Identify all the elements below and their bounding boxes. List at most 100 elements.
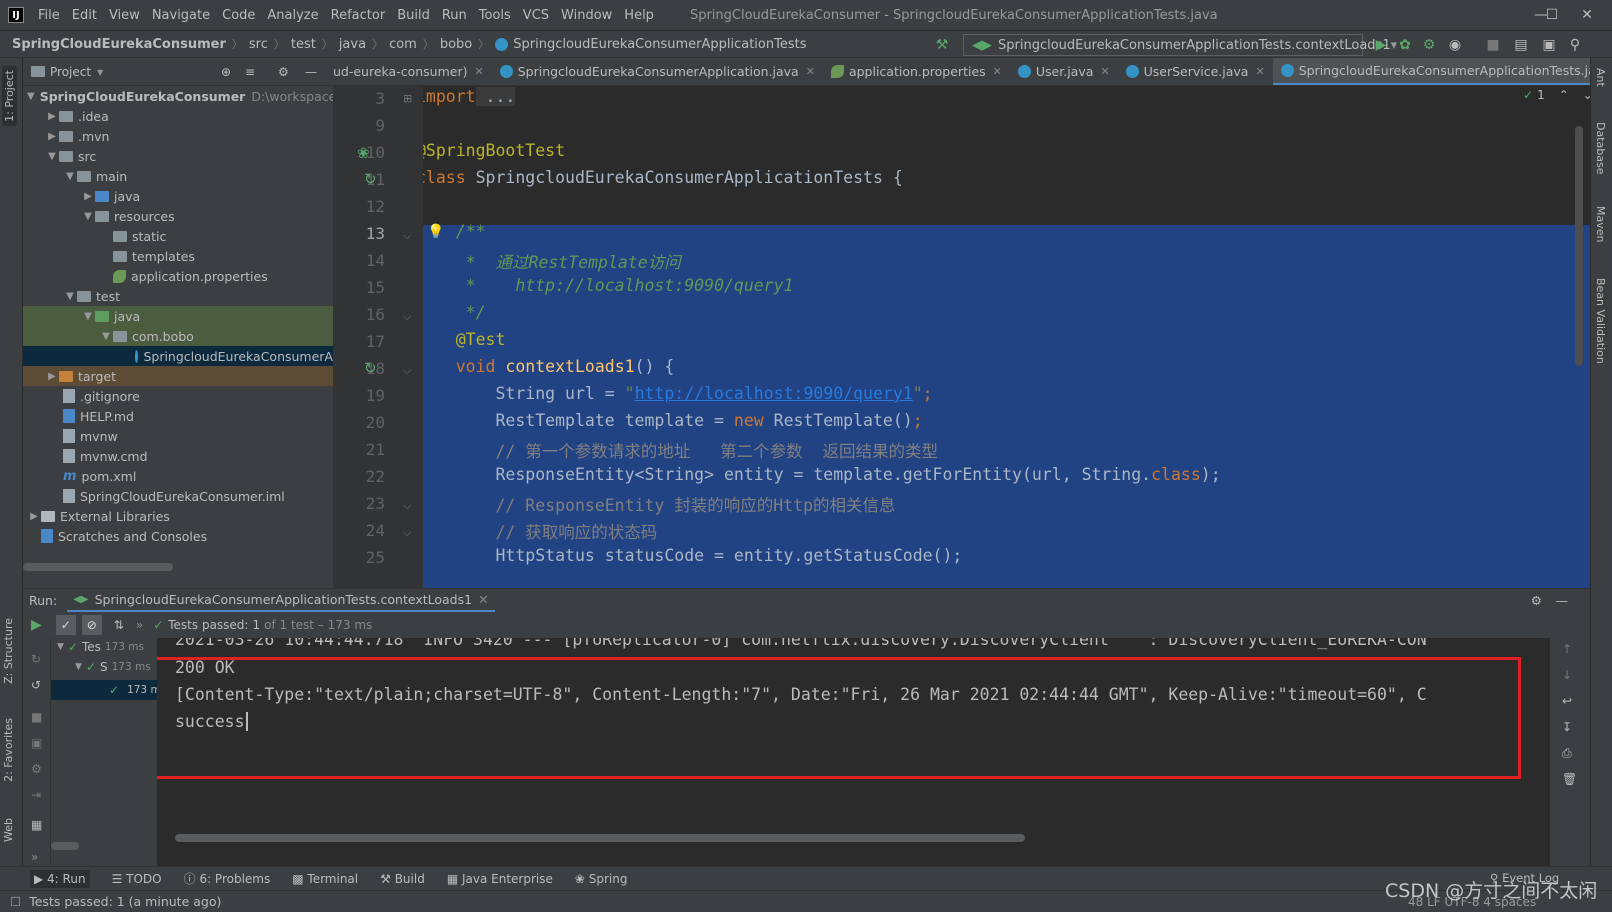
fold-icon[interactable]: ⌵ [403, 526, 411, 540]
close-icon[interactable]: ✕ [993, 65, 1002, 78]
chevron-down-icon[interactable]: ▼ [75, 662, 82, 672]
breadcrumb-src[interactable]: src [249, 37, 268, 52]
tree-item-test[interactable]: ▼ test [23, 286, 333, 306]
tree-item-main-java[interactable]: ▶ java [23, 186, 333, 206]
chevron-down-icon[interactable]: ▾ [97, 65, 103, 79]
tool-tab-favorites[interactable]: 2: Favorites [2, 718, 15, 782]
tool-tab-structure[interactable]: Z: Structure [2, 618, 15, 684]
close-icon[interactable]: ✕ [478, 592, 488, 607]
tool-problems[interactable]: ⓘ 6: Problems [184, 870, 271, 887]
chevron-right-icon[interactable]: ▶ [45, 131, 59, 142]
close-icon[interactable]: ✕ [806, 65, 815, 78]
chevron-up-icon[interactable]: ⌃ [1559, 88, 1569, 102]
tool-tab-bean-validation[interactable]: Bean Validation [1594, 278, 1607, 364]
scroll-to-end-icon[interactable]: ↧ [1562, 720, 1572, 734]
coverage-icon[interactable]: ⚙ [1420, 36, 1438, 54]
run-test-icon[interactable]: ↻ [364, 359, 377, 377]
tree-item-static[interactable]: static [23, 226, 333, 246]
print-icon[interactable]: ⎙ [1562, 746, 1572, 761]
stop-icon[interactable]: ■ [31, 710, 42, 724]
tab-application-properties[interactable]: application.properties ✕ [823, 58, 1010, 85]
chevron-right-icon[interactable]: ▶ [45, 111, 59, 122]
project-structure-icon[interactable]: ▤ [1512, 36, 1530, 54]
profile-icon[interactable]: ◉ [1446, 36, 1464, 54]
close-icon[interactable]: ✕ [1100, 65, 1109, 78]
locate-icon[interactable]: ⊕ [221, 65, 231, 79]
hide-panel-icon[interactable]: — [1556, 593, 1569, 608]
menu-edit[interactable]: Edit [66, 8, 103, 23]
debug-icon[interactable]: ✿ [1396, 36, 1414, 54]
exit-icon[interactable]: ⇥ [31, 788, 41, 802]
test-node-root[interactable]: ▼ ✓ Tes 173 ms [57, 640, 144, 654]
chevron-down-icon[interactable]: ▼ [45, 151, 59, 162]
horizontal-scrollbar[interactable] [175, 834, 1025, 842]
menu-window[interactable]: Window [555, 8, 618, 23]
tool-terminal[interactable]: ▩ Terminal [292, 872, 358, 886]
trash-icon[interactable]: 🗑 [1562, 772, 1577, 786]
stop-icon[interactable]: ■ [1484, 36, 1502, 54]
arrow-up-icon[interactable]: ↑ [1562, 642, 1572, 656]
tree-item-mvn[interactable]: ▶ .mvn [23, 126, 333, 146]
test-node-method[interactable]: ✓ 173 ms [51, 680, 166, 700]
menu-run[interactable]: Run [436, 8, 473, 23]
hide-panel-icon[interactable]: — [305, 65, 317, 79]
chevron-down-icon[interactable]: ▼ [81, 311, 95, 322]
sort-icon[interactable]: ⇅ [114, 618, 124, 632]
chevron-down-icon[interactable]: ▼ [81, 211, 95, 222]
tab-application-java[interactable]: SpringcloudEurekaConsumerApplication.jav… [492, 58, 823, 85]
tree-item-application-properties[interactable]: application.properties [23, 266, 333, 286]
test-node-class[interactable]: ▼ ✓ S 173 ms [75, 660, 151, 674]
tab-userservice-java[interactable]: UserService.java ✕ [1118, 58, 1273, 85]
fold-icon[interactable]: ⌵ [403, 310, 411, 324]
breadcrumb-test[interactable]: test [291, 37, 316, 52]
tool-todo[interactable]: ☰ TODO [112, 872, 162, 886]
chevron-right-icon[interactable]: ▶ [81, 191, 95, 202]
rerun-failed-icon[interactable]: ↻ [31, 652, 41, 666]
tree-item-idea[interactable]: ▶ .idea [23, 106, 333, 126]
show-passed-icon[interactable]: ✓ [55, 615, 76, 635]
tab-applicationtests-java[interactable]: SpringcloudEurekaConsumerApplicationTest… [1272, 58, 1590, 85]
tool-tab-maven[interactable]: Maven [1594, 206, 1607, 242]
build-hammer-icon[interactable]: ⚒ [933, 36, 951, 54]
menu-refactor[interactable]: Refactor [325, 8, 392, 23]
tool-spring[interactable]: ❀ Spring [575, 872, 628, 886]
run-icon[interactable]: ▶ [1372, 36, 1390, 54]
menu-vcs[interactable]: VCS [517, 8, 555, 23]
tab-eureka-consumer[interactable]: ud-eureka-consumer) ✕ [333, 58, 492, 85]
tool-tab-ant[interactable]: Ant [1594, 68, 1607, 87]
menu-code[interactable]: Code [216, 8, 261, 23]
camera-icon[interactable]: ▣ [31, 736, 42, 750]
menu-analyze[interactable]: Analyze [261, 8, 324, 23]
menu-view[interactable]: View [103, 8, 146, 23]
menu-help[interactable]: Help [618, 8, 660, 23]
code-editor[interactable]: 💡 import ... @SpringBootTest class Sprin… [423, 86, 1590, 588]
fold-icon[interactable]: ⌵ [403, 229, 411, 243]
chevron-down-icon[interactable]: ▼ [63, 291, 77, 302]
menu-navigate[interactable]: Navigate [146, 8, 216, 23]
vertical-scrollbar[interactable] [1575, 126, 1583, 366]
fold-icon[interactable]: ⊞ [403, 92, 412, 105]
settings-icon[interactable]: ⚙ [31, 762, 42, 776]
run-test-icon[interactable]: ↻ [364, 170, 377, 188]
tree-item-test-java[interactable]: ▼ java [23, 306, 333, 326]
menu-file[interactable]: File [32, 8, 66, 23]
breadcrumb-project[interactable]: SpringCloudEurekaConsumer [12, 37, 226, 52]
tree-item-iml[interactable]: SpringCloudEurekaConsumer.iml [23, 486, 333, 506]
tree-item-gitignore[interactable]: .gitignore [23, 386, 333, 406]
chevron-down-icon[interactable]: ⌄ [1583, 88, 1590, 102]
collapse-all-icon[interactable]: ≡ [245, 65, 255, 79]
horizontal-scrollbar[interactable] [23, 563, 173, 571]
horizontal-scrollbar[interactable] [51, 842, 79, 850]
tree-item-mvnw-cmd[interactable]: mvnw.cmd [23, 446, 333, 466]
chevron-down-icon[interactable]: ▼ [99, 331, 113, 342]
tree-item-resources[interactable]: ▼ resources [23, 206, 333, 226]
console-output[interactable]: 2021-03-26 10:44:44.718 INFO 3420 --- [p… [157, 638, 1550, 890]
inspection-widget[interactable]: ✓ 1 ⌃ ⌄ [1523, 88, 1590, 102]
toggle-auto-test-icon[interactable]: ↺ [31, 678, 41, 692]
tree-item-help-md[interactable]: HELP.md [23, 406, 333, 426]
project-view-select[interactable]: Project [50, 65, 91, 79]
close-icon[interactable]: ✕ [475, 65, 484, 78]
rerun-icon[interactable]: ▶ [31, 617, 42, 633]
tree-item-target[interactable]: ▶ target [23, 366, 333, 386]
breadcrumb-class[interactable]: SpringcloudEurekaConsumerApplicationTest… [513, 37, 806, 52]
